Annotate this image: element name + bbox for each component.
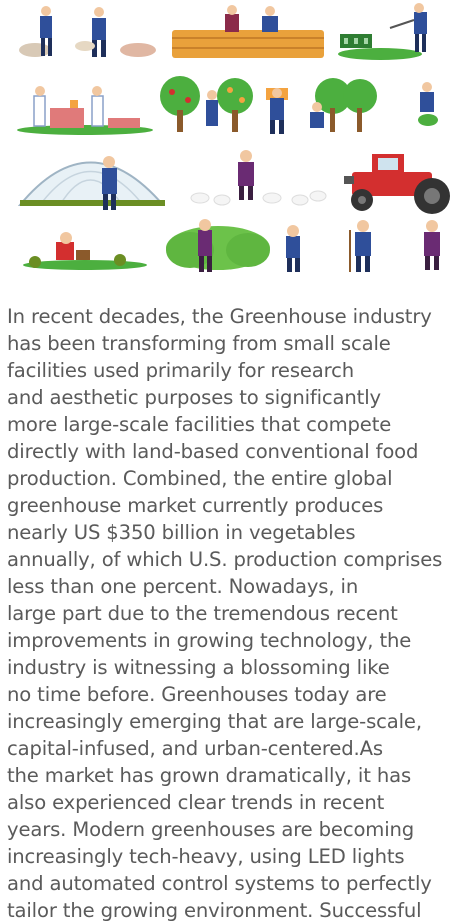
scientists-lab-icon [17,86,153,135]
farm-workers-icon [349,220,440,272]
crop-sprayer-icon [338,3,427,60]
farming-illustration [0,0,468,290]
poultry-farmer-icon [190,150,327,206]
orchard-trees-icon [160,76,253,132]
hay-bales-icon [172,5,324,58]
farmer-with-sheep-icon [19,6,156,57]
tractor-icon [344,154,450,214]
farmers-group-icon [266,78,438,134]
article-body-text: In recent decades, the Greenhouse indust… [7,305,443,922]
kneeling-gardener-icon [23,232,147,270]
greenhouse-icon [17,156,166,210]
hedge-bushes-icon [166,219,300,272]
